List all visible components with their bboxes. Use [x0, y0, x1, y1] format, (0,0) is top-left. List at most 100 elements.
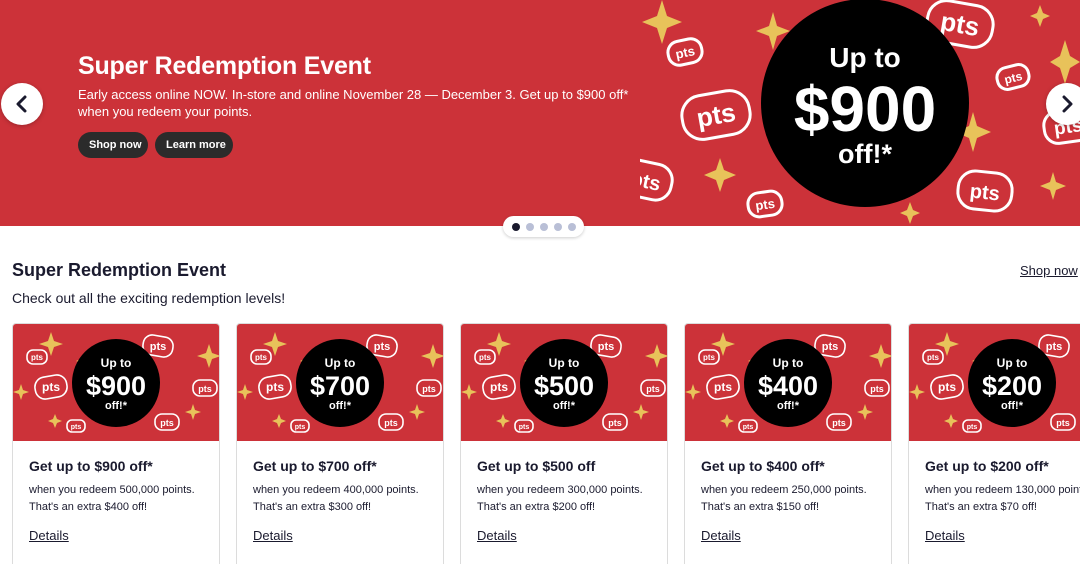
redemption-card[interactable]: pts pts pts pts pts pts Up to $500 off!*… — [460, 323, 668, 564]
card-points-text: when you redeem 250,000 points. — [701, 484, 867, 496]
svg-text:Up to: Up to — [101, 356, 132, 370]
svg-text:pts: pts — [1056, 418, 1070, 428]
carousel-dot[interactable] — [567, 222, 576, 231]
hero-banner: Super Redemption Event Early access onli… — [0, 0, 1080, 226]
redemption-card[interactable]: pts pts pts pts pts pts Up to $700 off!*… — [236, 323, 444, 564]
svg-text:pts: pts — [938, 380, 956, 394]
svg-text:pts: pts — [703, 353, 716, 362]
card-details-link[interactable]: Details — [253, 528, 293, 543]
svg-text:pts: pts — [150, 341, 167, 353]
card-points-text: when you redeem 130,000 points. — [925, 484, 1080, 496]
svg-text:pts: pts — [969, 180, 1001, 205]
carousel-dot[interactable] — [553, 222, 562, 231]
hero-learn-more-button[interactable]: Learn more — [155, 132, 233, 158]
svg-text:pts: pts — [160, 418, 174, 428]
card-details-link[interactable]: Details — [925, 528, 965, 543]
svg-text:$900: $900 — [86, 371, 146, 401]
section-shop-now-link[interactable]: Shop now — [1020, 263, 1078, 278]
svg-text:pts: pts — [71, 424, 82, 431]
card-extra-text: That's an extra $150 off! — [701, 501, 820, 513]
svg-text:pts: pts — [640, 168, 663, 196]
svg-text:pts: pts — [598, 341, 615, 353]
hero-shop-now-button[interactable]: Shop now — [78, 132, 148, 158]
svg-text:pts: pts — [870, 384, 884, 394]
carousel-dot[interactable] — [539, 222, 548, 231]
carousel-next-button[interactable] — [1046, 83, 1080, 125]
svg-text:pts: pts — [422, 384, 436, 394]
svg-text:off!*: off!* — [838, 139, 892, 169]
svg-text:pts: pts — [479, 353, 492, 362]
hero-promo-art: pts pts pts pts pts pts pts pts Up to $9… — [640, 0, 1080, 224]
redemption-card[interactable]: pts pts pts pts pts pts Up to $900 off!*… — [12, 323, 220, 564]
card-promo-art: pts pts pts pts pts pts Up to $500 off!* — [461, 324, 667, 441]
card-details-link[interactable]: Details — [477, 528, 517, 543]
svg-text:pts: pts — [384, 418, 398, 428]
svg-text:Up to: Up to — [997, 356, 1028, 370]
svg-text:pts: pts — [198, 384, 212, 394]
svg-text:$200: $200 — [982, 371, 1042, 401]
card-title: Get up to $500 off — [477, 458, 596, 474]
carousel-prev-button[interactable] — [1, 83, 43, 125]
svg-text:pts: pts — [822, 341, 839, 353]
svg-text:off!*: off!* — [1001, 400, 1024, 412]
card-extra-text: That's an extra $300 off! — [253, 501, 372, 513]
svg-text:pts: pts — [967, 424, 978, 431]
card-promo-art: pts pts pts pts pts pts Up to $200 off!* — [909, 324, 1080, 441]
svg-text:pts: pts — [519, 424, 530, 431]
svg-text:pts: pts — [754, 196, 775, 214]
svg-text:pts: pts — [255, 353, 268, 362]
chevron-right-icon — [1062, 95, 1073, 113]
card-extra-text: That's an extra $70 off! — [925, 501, 1037, 513]
redemption-card[interactable]: pts pts pts pts pts pts Up to $200 off!*… — [908, 323, 1080, 564]
card-extra-text: That's an extra $200 off! — [477, 501, 596, 513]
svg-text:Up to: Up to — [829, 42, 901, 73]
svg-text:$700: $700 — [310, 371, 370, 401]
card-points-text: when you redeem 500,000 points. — [29, 484, 195, 496]
hero-description: Early access online NOW. In-store and on… — [78, 87, 629, 119]
hero-title: Super Redemption Event — [78, 52, 371, 80]
svg-text:pts: pts — [743, 424, 754, 431]
carousel-dot[interactable] — [511, 222, 520, 231]
svg-text:Up to: Up to — [773, 356, 804, 370]
svg-text:pts: pts — [490, 380, 508, 394]
svg-text:pts: pts — [674, 43, 696, 62]
card-details-link[interactable]: Details — [29, 528, 69, 543]
svg-text:Up to: Up to — [549, 356, 580, 370]
redemption-card[interactable]: pts pts pts pts pts pts Up to $400 off!*… — [684, 323, 892, 564]
card-title: Get up to $900 off* — [29, 458, 153, 474]
svg-text:pts: pts — [694, 97, 738, 133]
svg-text:pts: pts — [374, 341, 391, 353]
svg-text:pts: pts — [295, 424, 306, 431]
card-promo-art: pts pts pts pts pts pts Up to $900 off!* — [13, 324, 219, 441]
section-subtitle: Check out all the exciting redemption le… — [12, 290, 286, 306]
svg-text:$500: $500 — [534, 371, 594, 401]
svg-text:off!*: off!* — [777, 400, 800, 412]
carousel-pagination — [503, 216, 584, 237]
svg-text:$900: $900 — [794, 73, 936, 145]
card-extra-text: That's an extra $400 off! — [29, 501, 148, 513]
section-title: Super Redemption Event — [12, 260, 227, 280]
card-points-text: when you redeem 400,000 points. — [253, 484, 419, 496]
card-details-link[interactable]: Details — [701, 528, 741, 543]
card-title: Get up to $200 off* — [925, 458, 1049, 474]
svg-text:pts: pts — [266, 380, 284, 394]
card-points-text: when you redeem 300,000 points. — [477, 484, 643, 496]
svg-text:pts: pts — [927, 353, 940, 362]
chevron-left-icon — [16, 95, 27, 113]
svg-text:pts: pts — [608, 418, 622, 428]
card-title: Get up to $700 off* — [253, 458, 377, 474]
svg-text:off!*: off!* — [329, 400, 352, 412]
svg-text:pts: pts — [31, 353, 44, 362]
svg-text:pts: pts — [42, 380, 60, 394]
svg-text:off!*: off!* — [553, 400, 576, 412]
carousel-dot[interactable] — [525, 222, 534, 231]
card-promo-art: pts pts pts pts pts pts Up to $400 off!* — [685, 324, 891, 441]
svg-text:pts: pts — [714, 380, 732, 394]
card-promo-art: pts pts pts pts pts pts Up to $700 off!* — [237, 324, 443, 441]
svg-text:pts: pts — [832, 418, 846, 428]
svg-text:$400: $400 — [758, 371, 818, 401]
svg-text:pts: pts — [646, 384, 660, 394]
hero-price-badge: Up to $900 off!* — [761, 0, 969, 207]
svg-text:Up to: Up to — [325, 356, 356, 370]
svg-text:pts: pts — [1046, 341, 1063, 353]
